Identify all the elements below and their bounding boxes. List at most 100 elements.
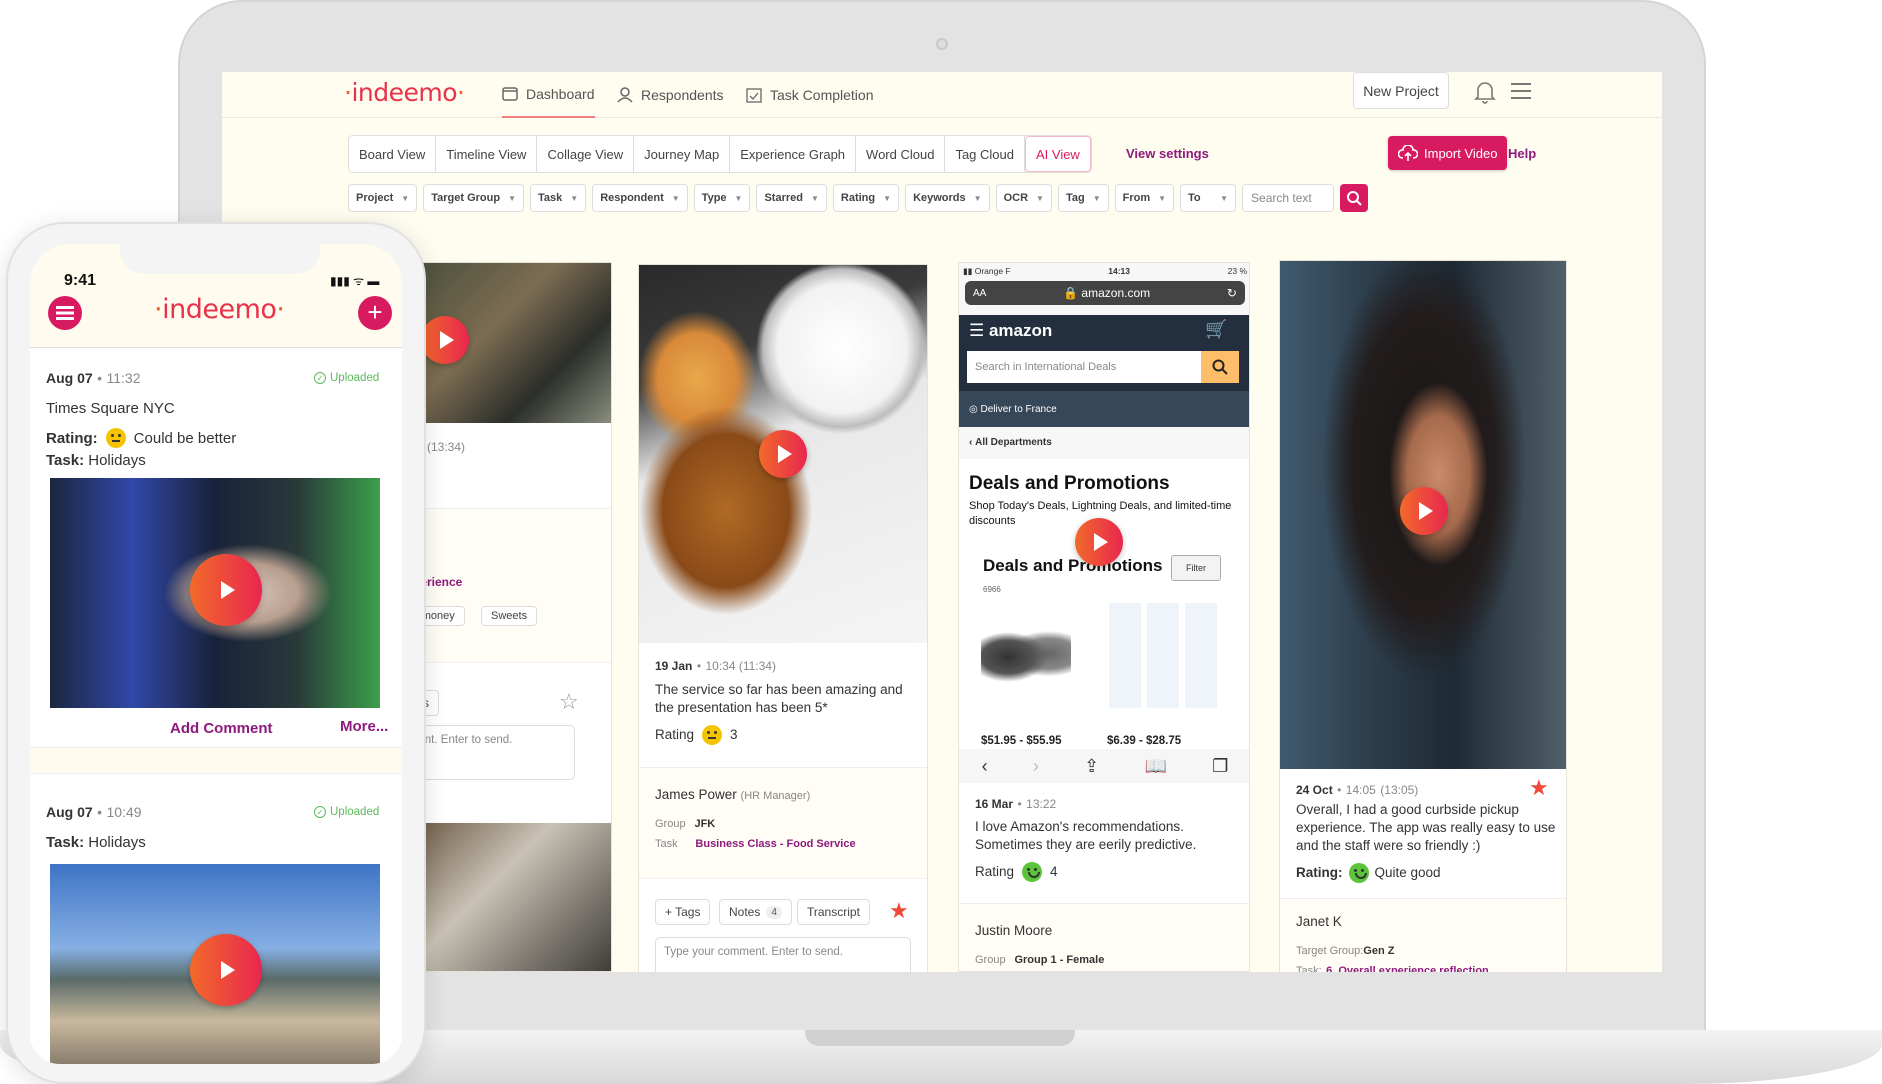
play-button[interactable]: [759, 430, 807, 478]
filter-label: From: [1122, 192, 1151, 204]
filter-ocr[interactable]: OCR ▼: [995, 184, 1052, 212]
video-thumbnail[interactable]: [413, 823, 611, 971]
filter-project[interactable]: Project ▼: [348, 184, 418, 212]
search-text-input[interactable]: Search text: [1242, 184, 1335, 212]
respondent-name: Justin Moore: [975, 923, 1053, 938]
task-row: Task Business Class - Food Service: [655, 838, 856, 850]
group-row: Group JFK: [655, 818, 716, 830]
forward-icon: ›: [1032, 755, 1039, 776]
response-card-1: 4 (13:34) perience r money Sweets tes ☆ …: [412, 262, 612, 972]
caret-down-icon: ▼: [570, 193, 579, 203]
caret-down-icon: ▼: [1220, 193, 1229, 203]
play-button[interactable]: [1400, 487, 1448, 535]
mobile-app-screen: 9:41 ▮▮▮ ᯤ ▬ ·indeemo· + Aug 07 • 11:32 …: [30, 244, 402, 1064]
filter-respondent[interactable]: Respondent ▼: [592, 184, 688, 212]
filter-to[interactable]: To ▼: [1180, 184, 1237, 212]
play-button[interactable]: [1075, 518, 1123, 566]
play-button[interactable]: [421, 316, 469, 364]
filter-type[interactable]: Type ▼: [693, 184, 751, 212]
nav-task-completion[interactable]: Task Completion: [746, 72, 874, 118]
filter-label: Project: [356, 192, 394, 204]
tab-timeline-view[interactable]: Timeline View: [436, 136, 538, 172]
price: $6.39 - $28.75: [1107, 735, 1182, 747]
filter-label: OCR: [1003, 192, 1029, 204]
target-group-row: Target Group:Gen Z: [1296, 945, 1395, 957]
import-video-button[interactable]: Import Video: [1388, 136, 1508, 170]
tab-journey-map[interactable]: Journey Map: [634, 136, 731, 172]
group-value: JFK: [694, 818, 716, 830]
filter-label: To: [1188, 192, 1201, 204]
filter-keywords[interactable]: Keywords ▼: [905, 184, 990, 212]
star-icon[interactable]: ☆: [559, 691, 579, 713]
caret-down-icon: ▼: [1036, 193, 1044, 203]
filter-bar: Project ▼ Target Group ▼ Task ▼ Respondent ▼ Typ…: [348, 184, 1369, 212]
filter-starred[interactable]: Starred ▼: [756, 184, 827, 212]
view-settings-link[interactable]: View settings: [1126, 146, 1209, 161]
caret-down-icon: ▼: [734, 193, 743, 203]
response-card-2: 19 Jan • 10:34 (11:34) The service so fa…: [638, 264, 928, 972]
rating-row: Rating 4: [975, 862, 1058, 882]
new-project-button[interactable]: New Project: [1353, 72, 1449, 109]
logo-text: indeemo: [351, 78, 458, 107]
phone-notch: [120, 244, 320, 274]
happy-face-icon: [1348, 863, 1369, 883]
tab-word-cloud[interactable]: Word Cloud: [856, 136, 946, 172]
deliver-to: ◎ Deliver to France: [959, 391, 1249, 427]
response-card-3: ▮▮ Orange F 14:13 23 % AA 🔒 amazon.com ↻ ☰ a…: [958, 262, 1250, 972]
entry-meta: Aug 07 • 10:49: [46, 804, 142, 820]
check-circle-icon: ✓: [314, 806, 326, 818]
deals-title: Deals and Promotions: [969, 473, 1170, 494]
notes-button[interactable]: Notes 4: [719, 899, 792, 925]
hamburger-icon: [56, 306, 74, 320]
filter-rating[interactable]: Rating ▼: [832, 184, 900, 212]
play-button[interactable]: [190, 934, 262, 1006]
comment-input[interactable]: Type your comment. Enter to send.: [655, 937, 911, 972]
deals-count: 6966: [983, 585, 1001, 594]
tabs-icon: ❐: [1212, 755, 1229, 776]
task-link[interactable]: 6. Overall experience reflection: [1326, 965, 1489, 972]
star-filled-icon[interactable]: ★: [1529, 777, 1549, 799]
mobile-phone-frame: 9:41 ▮▮▮ ᯤ ▬ ·indeemo· + Aug 07 • 11:32 …: [6, 222, 426, 1084]
filter-tag[interactable]: Tag ▼: [1057, 184, 1109, 212]
url-bar[interactable]: AA 🔒 amazon.com ↻: [965, 281, 1245, 305]
filter-task[interactable]: Task ▼: [530, 184, 587, 212]
tab-tag-cloud[interactable]: Tag Cloud: [945, 136, 1025, 172]
card-time: 10:34 (11:34): [705, 659, 776, 673]
play-button[interactable]: [190, 554, 262, 626]
menu-button[interactable]: [48, 296, 82, 330]
caret-down-icon: ▼: [810, 193, 819, 203]
nav-dashboard[interactable]: Dashboard: [502, 72, 595, 118]
indeemo-logo[interactable]: ·indeemo·: [344, 78, 465, 107]
app-screen: ·indeemo· Dashboard Respondents Task Com…: [222, 72, 1662, 972]
tab-board-view[interactable]: Board View: [349, 136, 437, 172]
nav-respondents[interactable]: Respondents: [617, 72, 724, 118]
respondent-section: James Power (HR Manager) Group JFK Task …: [639, 767, 927, 879]
tab-collage-view[interactable]: Collage View: [537, 136, 635, 172]
view-tabs: Board View Timeline View Collage View Jo…: [348, 135, 1092, 173]
tag-chip[interactable]: Sweets: [481, 606, 538, 626]
tab-experience-graph[interactable]: Experience Graph: [730, 136, 857, 172]
help-link[interactable]: Help: [1508, 146, 1536, 161]
respondent-role: (HR Manager): [740, 790, 811, 802]
filter-label: Keywords: [913, 192, 966, 204]
transcript-button[interactable]: Transcript: [797, 899, 870, 925]
rating-label: Rating: [655, 727, 695, 742]
hamburger-menu-icon[interactable]: [1510, 82, 1532, 105]
card-transcript-text: I love Amazon's recommendations. Sometim…: [975, 819, 1197, 852]
rating-row: Rating: Quite good: [1296, 863, 1441, 883]
add-comment-button[interactable]: Add Comment: [170, 720, 273, 737]
more-button[interactable]: More...: [340, 718, 388, 735]
add-tags-button[interactable]: + Tags: [655, 899, 711, 925]
filter-from[interactable]: From ▼: [1114, 184, 1175, 212]
bell-icon[interactable]: [1474, 80, 1496, 109]
search-button[interactable]: [1340, 184, 1369, 212]
comment-input[interactable]: nent. Enter to send.: [413, 725, 575, 780]
filter-target-group[interactable]: Target Group ▼: [423, 184, 524, 212]
task-link[interactable]: Business Class - Food Service: [695, 838, 855, 850]
add-button[interactable]: +: [358, 296, 392, 330]
plus-icon: +: [367, 297, 383, 327]
respondent-name: Janet K: [1296, 914, 1342, 929]
tab-ai-view[interactable]: AI View: [1024, 136, 1091, 172]
star-filled-icon[interactable]: ★: [889, 900, 909, 922]
uploaded-status: ✓ Uploaded: [314, 372, 379, 384]
